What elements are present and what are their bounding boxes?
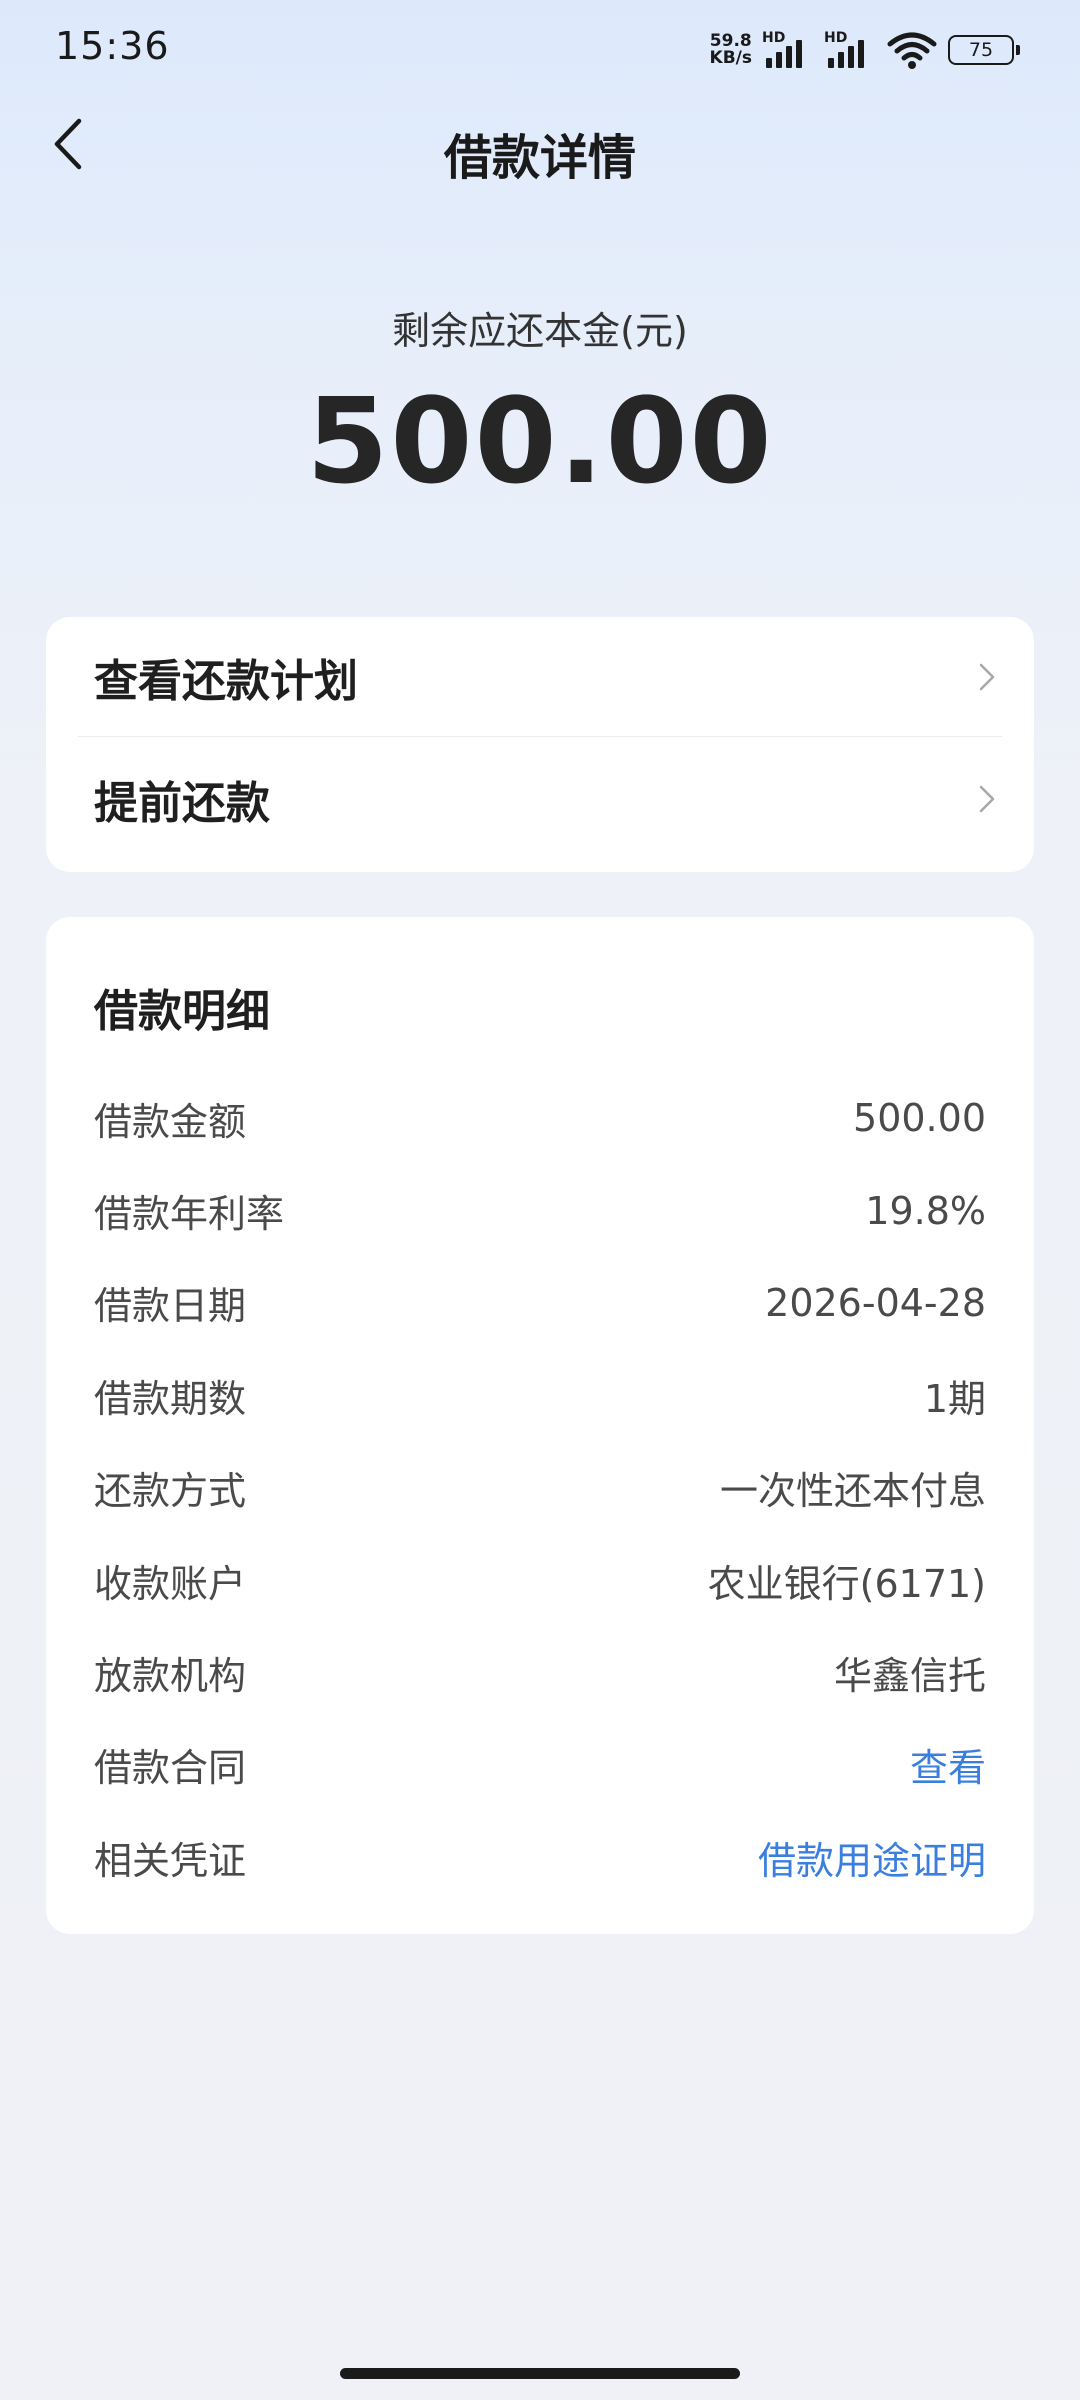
signal-sim2-icon: HD: [824, 30, 876, 70]
detail-value: 华鑫信托: [833, 1654, 986, 1699]
detail-row-loan-contract: 借款合同 查看: [94, 1719, 986, 1811]
view-repayment-plan-row[interactable]: 查看还款计划: [78, 617, 1002, 737]
network-speed-unit: KB/s: [709, 48, 752, 68]
nav-header: 借款详情: [0, 100, 1080, 190]
loan-details-list: 借款金额 500.00 借款年利率 19.8% 借款日期 2026-04-28 …: [94, 1072, 986, 1904]
detail-label: 放款机构: [94, 1654, 247, 1699]
wifi-icon: [886, 30, 938, 70]
detail-label: 借款金额: [94, 1099, 247, 1144]
detail-label: 相关凭证: [94, 1838, 247, 1883]
detail-row-receiving-account: 收款账户 农业银行(6171): [94, 1534, 986, 1626]
loan-details-card: 借款明细 借款金额 500.00 借款年利率 19.8% 借款日期 2026-0…: [46, 917, 1034, 1934]
detail-value: 500.00: [853, 1096, 986, 1141]
remaining-principal-amount: 500.00: [306, 372, 774, 510]
detail-row-periods: 借款期数 1期: [94, 1349, 986, 1441]
detail-label: 收款账户: [94, 1561, 247, 1606]
network-speed: 59.8 KB/s: [710, 33, 752, 67]
detail-label: 借款合同: [94, 1746, 247, 1791]
status-bar: 15:36 59.8 KB/s HD HD 75: [0, 0, 1080, 100]
home-indicator[interactable]: [340, 2368, 740, 2379]
detail-value: 19.8%: [865, 1188, 986, 1233]
chevron-right-icon: [972, 662, 1002, 692]
signal-sim1-icon: HD: [762, 30, 814, 70]
detail-row-related-voucher: 相关凭证 借款用途证明: [94, 1811, 986, 1903]
detail-value: 一次性还本付息: [719, 1469, 986, 1514]
detail-label: 还款方式: [94, 1469, 247, 1514]
early-repayment-row[interactable]: 提前还款: [78, 739, 1002, 859]
page-title: 借款详情: [443, 130, 636, 186]
chevron-right-icon: [972, 784, 1002, 814]
detail-label: 借款日期: [94, 1284, 247, 1329]
loan-details-title: 借款明细: [94, 986, 270, 1037]
view-contract-link[interactable]: 查看: [910, 1737, 986, 1792]
detail-value: 农业银行(6171): [707, 1561, 986, 1606]
actions-card: 查看还款计划 提前还款: [46, 617, 1034, 872]
detail-row-loan-date: 借款日期 2026-04-28: [94, 1257, 986, 1349]
detail-row-loan-amount: 借款金额 500.00: [94, 1072, 986, 1164]
detail-label: 借款期数: [94, 1376, 247, 1421]
action-label: 查看还款计划: [94, 655, 358, 707]
status-icons: 59.8 KB/s HD HD 75: [710, 28, 1020, 72]
remaining-principal-label: 剩余应还本金(元): [392, 309, 688, 353]
detail-row-lender: 放款机构 华鑫信托: [94, 1626, 986, 1718]
loan-purpose-proof-link[interactable]: 借款用途证明: [758, 1830, 986, 1885]
detail-row-repayment-method: 还款方式 一次性还本付息: [94, 1442, 986, 1534]
detail-value: 1期: [923, 1376, 986, 1421]
action-label: 提前还款: [94, 778, 270, 829]
detail-row-annual-rate: 借款年利率 19.8%: [94, 1164, 986, 1256]
status-time: 15:36: [55, 24, 170, 68]
detail-label: 借款年利率: [94, 1192, 285, 1237]
battery-icon: 75: [948, 35, 1020, 65]
battery-level: 75: [968, 39, 994, 61]
detail-value: 2026-04-28: [765, 1280, 986, 1325]
